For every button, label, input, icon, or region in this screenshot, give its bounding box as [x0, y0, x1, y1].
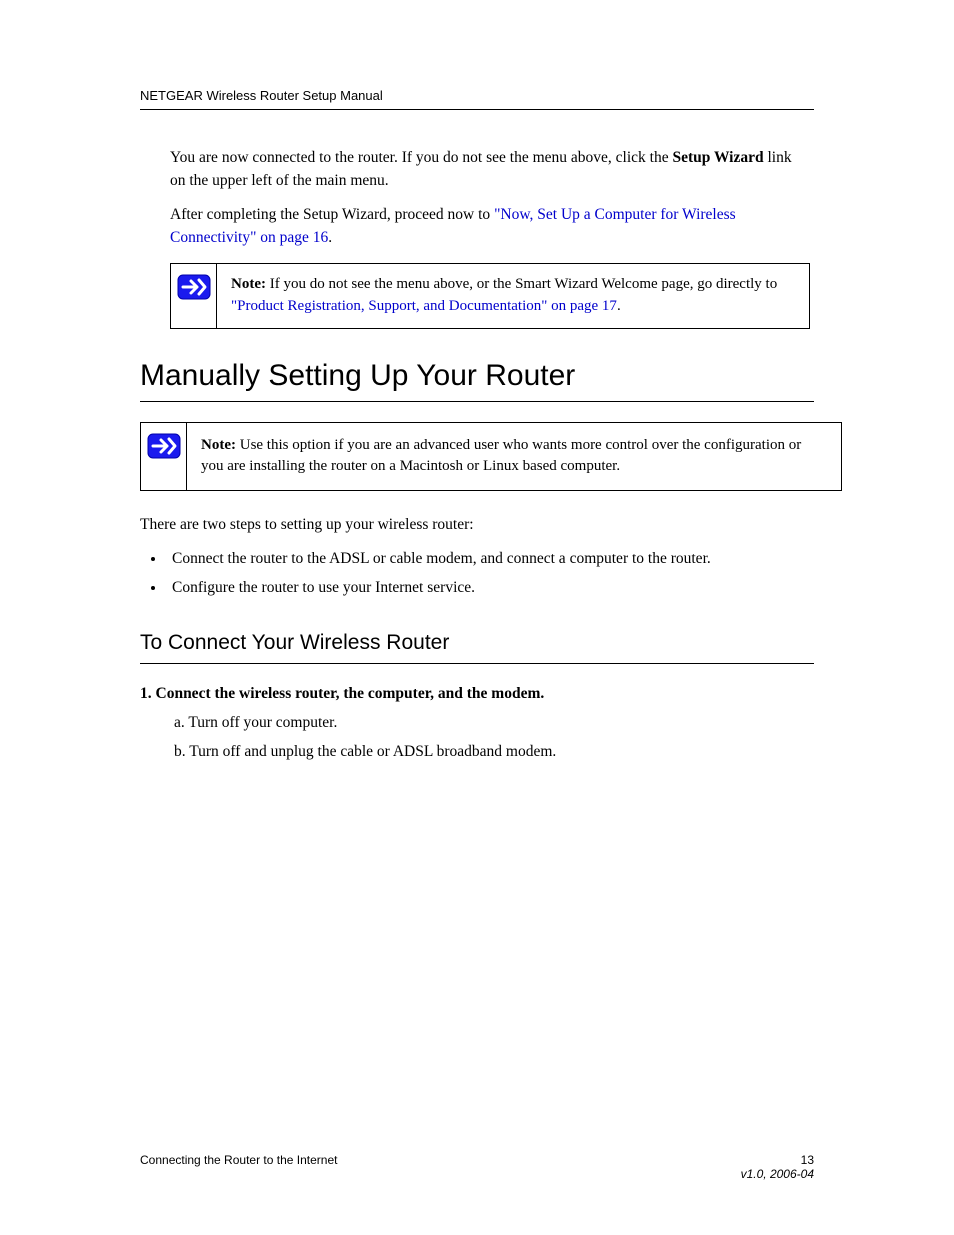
note-icon-cell-2 [141, 423, 187, 491]
arrow-right-icon [177, 274, 211, 300]
note-box-2: Note: Use this option if you are an adva… [140, 422, 842, 492]
intro-paragraph-2: After completing the Setup Wizard, proce… [170, 203, 810, 250]
step-1a: a. Turn off your computer. [174, 711, 814, 734]
section-heading-manual-setup: Manually Setting Up Your Router [140, 359, 814, 393]
section-rule [140, 401, 814, 402]
note2-body: Use this option if you are an advanced u… [201, 437, 801, 475]
note-text-1: Note: If you do not see the menu above, … [217, 264, 809, 328]
footer-left: Connecting the Router to the Internet [140, 1153, 337, 1181]
footer-right: 13 v1.0, 2006-04 [741, 1153, 814, 1181]
header-rule [140, 109, 814, 110]
arrow-right-icon [147, 433, 181, 459]
body-intro: There are two steps to setting up your w… [140, 513, 814, 536]
header-left: NETGEAR Wireless Router Setup Manual [140, 88, 383, 103]
note-text-2: Note: Use this option if you are an adva… [187, 423, 841, 491]
step-1b: b. Turn off and unplug the cable or ADSL… [174, 740, 814, 763]
note-box-1: Note: If you do not see the menu above, … [170, 263, 810, 329]
note1-body: If you do not see the menu above, or the… [266, 276, 777, 292]
note-label-2: Note: [201, 437, 236, 453]
setup-wizard-label: Setup Wizard [672, 149, 763, 166]
page-number: 13 [801, 1153, 814, 1167]
step-1-text: 1. Connect the wireless router, the comp… [140, 685, 544, 702]
intro-block: You are now connected to the router. If … [170, 146, 810, 249]
page-header: NETGEAR Wireless Router Setup Manual [140, 88, 814, 103]
list-item: Configure the router to use your Interne… [166, 575, 814, 601]
subsection-heading-connect: To Connect Your Wireless Router [140, 631, 814, 655]
step-1: 1. Connect the wireless router, the comp… [140, 682, 814, 705]
page-footer: Connecting the Router to the Internet 13… [140, 1153, 814, 1181]
intro2-suffix: . [328, 229, 332, 246]
note-label: Note: [231, 276, 266, 292]
intro-text: You are now connected to the router. If … [170, 149, 672, 166]
subsection-rule [140, 663, 814, 664]
intro2-prefix: After completing the Setup Wizard, proce… [170, 206, 494, 223]
note1-suffix: . [617, 298, 621, 314]
setup-steps-list: Connect the router to the ADSL or cable … [166, 546, 814, 601]
note-icon-cell [171, 264, 217, 328]
intro-paragraph-1: You are now connected to the router. If … [170, 146, 810, 193]
registration-link[interactable]: "Product Registration, Support, and Docu… [231, 298, 617, 314]
list-item: Connect the router to the ADSL or cable … [166, 546, 814, 572]
page-container: NETGEAR Wireless Router Setup Manual You… [0, 0, 954, 830]
footer-version: v1.0, 2006-04 [741, 1167, 814, 1181]
